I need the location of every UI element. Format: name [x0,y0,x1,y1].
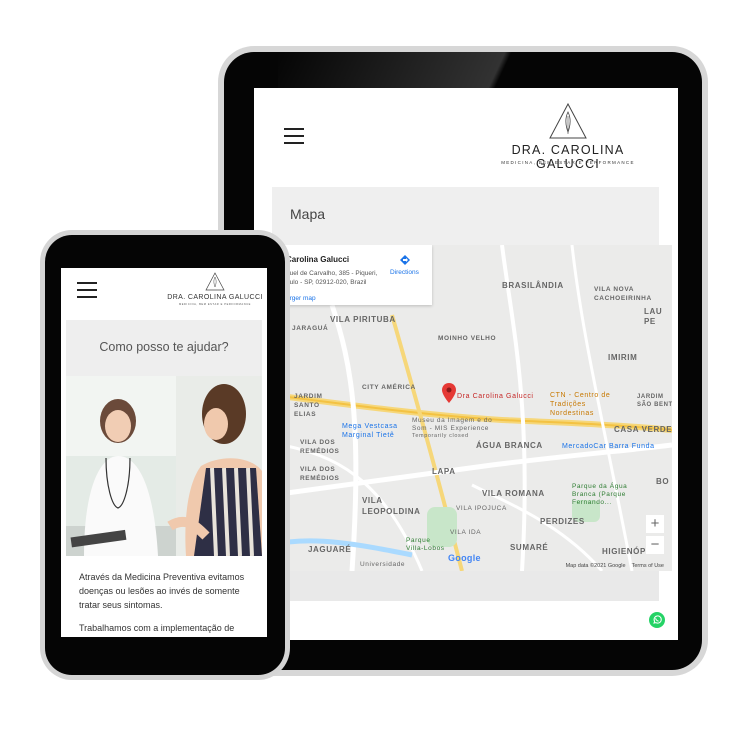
paragraph: Trabalhamos com a implementação de [79,623,235,633]
site-logo[interactable]: DRA. CAROLINA GALUCCI MEDICINA, BEM ESTA… [167,270,263,310]
map-label: LAU PE [644,307,663,326]
map-label: VILA DOS REMÉDIOS [300,466,340,482]
logo-tagline: MEDICINA, BEM ESTAR E PERFORMANCE [178,303,252,306]
map-label: JARAGUÁ [292,325,329,332]
logo-mark-icon [205,272,225,291]
intro-text: Através da Medicina Preventiva evitamos … [79,570,259,637]
map-label: VILA PIRITUBA [330,315,396,324]
hamburger-icon[interactable] [77,282,97,298]
map-data-credit: Map data ©2021 Google [565,563,626,569]
map-pin-label: Dra Carolina Galucci [457,393,534,400]
map-label: CTN - Centro de Tradições Nordestinas [550,392,611,417]
whatsapp-icon[interactable] [649,612,665,628]
map-label: PERDIZES [540,517,585,526]
map-section-title: Mapa [290,206,326,222]
zoom-out-button[interactable]: − [646,536,664,554]
map-place-address: nuel de Carvalho, 385 - Piqueri, aulo - … [286,270,378,286]
map-label: JARDIM SÃO BENT [637,394,672,408]
map-label: JARDIM SANTO ELIAS [294,393,323,418]
map-label: IMIRIM [608,353,638,362]
tablet-screen: DRA. CAROLINA GALUCCI MEDICINA, BEM ESTA… [254,88,678,640]
google-logo: Google [448,553,481,563]
view-larger-map-link[interactable]: arger map [286,295,316,302]
map-place-card: Carolina Galucci nuel de Carvalho, 385 -… [272,245,432,305]
map-pin-icon[interactable] [442,383,456,403]
directions-link[interactable]: Directions [390,269,419,276]
map-label: CITY AMÉRICA [362,384,416,391]
map-label: BO [656,477,670,486]
map-section-header: Mapa [272,187,659,245]
map-label: VILA NOVA CACHOEIRINHA [594,286,652,302]
map-label: SUMARÉ [510,543,549,552]
map-label: JAGUARÉ [308,545,352,554]
help-section-header: Como posso te ajudar? [66,320,262,376]
logo-brand-text: DRA. CAROLINA GALUCCI [511,143,625,171]
map-terms-link[interactable]: Terms of Use [632,563,664,569]
map-place-name: Carolina Galucci [286,255,350,264]
map-label: Museu da Imagem e do Som - MIS Experienc… [412,417,493,432]
hamburger-icon[interactable] [284,128,304,144]
map-label: VILA DOS REMÉDIOS [300,439,340,455]
doctor-patient-image [66,376,262,556]
map-label: BRASILÂNDIA [502,281,564,290]
directions-icon[interactable] [400,255,410,265]
map-label: Mega Vestcasa Marginal Tietê [342,423,398,439]
map-label: LAPA [432,467,456,476]
map-label: VILA LEOPOLDINA [362,496,421,516]
phone-screen: DRA. CAROLINA GALUCCI MEDICINA, BEM ESTA… [61,268,267,637]
map-label: Parque da Água Branca (Parque Fernando..… [572,483,628,506]
logo-mark-icon [549,102,587,139]
map-label: VILA IPOJUCA [456,505,507,512]
map-section-footer [272,571,659,601]
zoom-in-button[interactable]: + [646,515,664,533]
map-label: VILA IDA [450,529,482,536]
map-label: CASA VERDE [614,425,672,434]
map-label: ÁGUA BRANCA [476,441,543,450]
paragraph: Através da Medicina Preventiva evitamos … [79,572,245,610]
doctor-patient-photo [66,376,262,556]
help-section-title: Como posso te ajudar? [99,340,229,354]
map-label: Parque Villa-Lobos [406,537,445,552]
map-label: Universidade [360,561,406,568]
map-label: VILA ROMANA [482,489,545,498]
logo-tagline: MEDICINA, BEM ESTAR E PERFORMANCE [501,160,635,165]
google-map[interactable]: Carolina Galucci nuel de Carvalho, 385 -… [272,245,672,571]
map-attribution: Map data ©2021 Google Terms of Use [566,563,664,569]
map-label: Temporarily closed [412,433,469,439]
site-logo[interactable]: DRA. CAROLINA GALUCCI MEDICINA, BEM ESTA… [478,100,658,171]
logo-brand-text: DRA. CAROLINA GALUCCI [167,294,263,301]
map-label: MOINHO VELHO [438,335,497,342]
map-label: MercadoCar Barra Funda [562,443,655,450]
